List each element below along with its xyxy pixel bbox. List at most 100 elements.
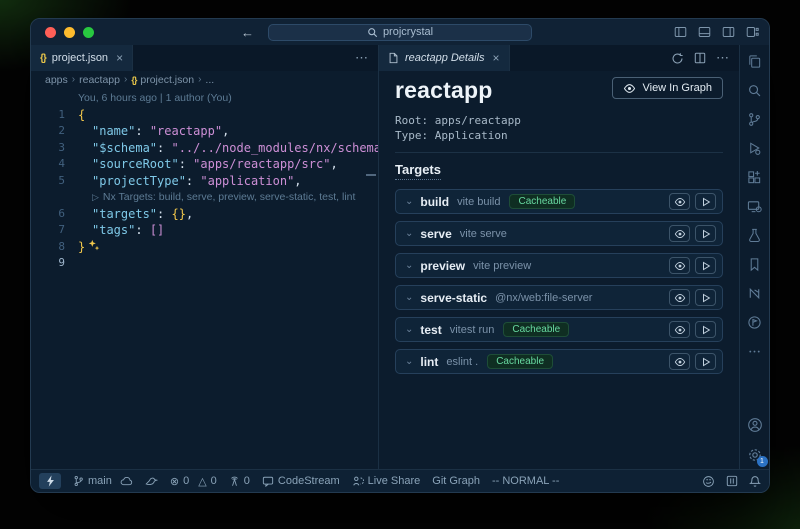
project-root: Root: apps/reactapp [395, 113, 723, 128]
extensions-icon[interactable] [747, 170, 762, 185]
chevron-down-icon[interactable]: ⌄ [405, 292, 413, 303]
project-type: Type: Application [395, 128, 723, 143]
chevron-down-icon[interactable]: ⌄ [405, 356, 413, 367]
git-branch-status[interactable]: main [73, 475, 133, 487]
code-line[interactable]: 6 "targets": {}, [31, 206, 378, 223]
liveshare-status[interactable]: Live Share [352, 475, 421, 487]
back-icon[interactable]: ← [241, 25, 254, 40]
more-actions-icon[interactable]: ⋯ [355, 50, 368, 66]
view-target-button[interactable] [669, 289, 690, 306]
view-target-button[interactable] [669, 257, 690, 274]
settings-gear-icon[interactable]: 1 [747, 447, 763, 463]
chevron-down-icon[interactable]: ⌄ [405, 324, 413, 335]
warning-icon: △ [198, 475, 206, 488]
desktop: ← → projcrystal {} [0, 0, 800, 529]
code-line[interactable]: 5 "projectType": "application", [31, 173, 378, 190]
gitgraph-label: Git Graph [432, 475, 480, 487]
play-icon [701, 197, 711, 207]
target-row[interactable]: ⌄ serve-static @nx/web:file-server [395, 285, 723, 310]
error-icon: ⊗ [170, 475, 179, 488]
ports-status[interactable]: 0 [229, 475, 250, 487]
chevron-down-icon[interactable]: ⌄ [405, 228, 413, 239]
toggle-panel-icon[interactable] [698, 26, 711, 38]
play-icon [701, 293, 711, 303]
breadcrumb-more[interactable]: ... [205, 74, 214, 86]
close-window-button[interactable] [45, 27, 56, 38]
target-row[interactable]: ⌄ build vite build Cacheable [395, 189, 723, 214]
code-editor[interactable]: You, 6 hours ago | 1 author (You) 1 { 2 … [31, 88, 378, 469]
code-line[interactable]: 8 } [31, 239, 378, 256]
code-line[interactable]: 2 "name": "reactapp", [31, 123, 378, 140]
nx-targets-codelens[interactable]: ▷Nx Targets: build, serve, preview, serv… [31, 189, 378, 206]
sparkle-code-action-icon[interactable] [88, 239, 100, 251]
target-row[interactable]: ⌄ serve vite serve [395, 221, 723, 246]
toggle-sidebar-icon[interactable] [674, 26, 687, 38]
run-target-button[interactable] [695, 257, 716, 274]
command-center-search[interactable]: projcrystal [268, 24, 532, 41]
search-icon [367, 27, 378, 38]
flag-circle-icon[interactable] [747, 315, 762, 330]
prettier-icon[interactable] [726, 475, 738, 487]
chevron-down-icon[interactable]: ⌄ [405, 196, 413, 207]
remote-explorer-icon[interactable] [747, 199, 762, 214]
nx-console-icon[interactable] [747, 286, 762, 301]
view-in-graph-button[interactable]: View In Graph [612, 77, 723, 99]
run-target-button[interactable] [695, 321, 716, 338]
more-actions-icon[interactable]: ⋯ [716, 50, 729, 66]
explorer-icon[interactable] [747, 54, 762, 69]
eye-icon [623, 83, 636, 94]
vscode-window: ← → projcrystal {} [30, 18, 770, 493]
maximize-window-button[interactable] [83, 27, 94, 38]
refresh-icon[interactable] [671, 52, 684, 65]
minimize-window-button[interactable] [64, 27, 75, 38]
code-line[interactable]: 4 "sourceRoot": "apps/reactapp/src", [31, 156, 378, 173]
search-icon[interactable] [747, 83, 762, 98]
run-debug-icon[interactable] [747, 141, 762, 156]
notifications-bell-icon[interactable] [749, 475, 761, 488]
tab-project-json[interactable]: {} project.json × [31, 45, 133, 71]
run-target-button[interactable] [695, 225, 716, 242]
target-name: build [420, 195, 449, 209]
code-line[interactable]: 7 "tags": [] [31, 222, 378, 239]
customize-layout-icon[interactable] [746, 26, 759, 38]
view-target-button[interactable] [669, 193, 690, 210]
view-target-button[interactable] [669, 353, 690, 370]
tab-reactapp-details[interactable]: reactapp Details × [379, 45, 510, 71]
breadcrumb: apps › reactapp › {} project.json › ... [31, 71, 378, 88]
target-row[interactable]: ⌄ lint eslint . Cacheable [395, 349, 723, 374]
cacheable-badge: Cacheable [509, 194, 575, 209]
breadcrumb-item-file[interactable]: project.json [140, 74, 194, 86]
breadcrumb-item-apps[interactable]: apps [45, 74, 68, 86]
view-target-button[interactable] [669, 225, 690, 242]
copilot-icon[interactable] [702, 475, 715, 488]
codestream-status[interactable]: CodeStream [262, 475, 340, 487]
gitgraph-status[interactable]: Git Graph [432, 475, 480, 487]
code-line[interactable]: 9 [31, 255, 378, 272]
toggle-secondary-sidebar-icon[interactable] [722, 26, 735, 38]
target-row[interactable]: ⌄ preview vite preview [395, 253, 723, 278]
code-line[interactable]: 3 "$schema": "../../node_modules/nx/sche… [31, 140, 378, 157]
run-target-button[interactable] [695, 193, 716, 210]
view-target-button[interactable] [669, 321, 690, 338]
testing-icon[interactable] [747, 228, 762, 243]
remote-indicator[interactable] [39, 473, 61, 489]
run-target-button[interactable] [695, 289, 716, 306]
bookmarks-icon[interactable] [747, 257, 762, 272]
chevron-down-icon[interactable]: ⌄ [405, 260, 413, 271]
source-control-icon[interactable] [747, 112, 762, 127]
close-tab-icon[interactable]: × [493, 51, 500, 65]
problems-status[interactable]: ⊗ 0 △ 0 [170, 475, 217, 488]
blame-lens-line[interactable]: You, 6 hours ago | 1 author (You) [31, 90, 378, 107]
code-line[interactable]: 1 { [31, 107, 378, 124]
close-tab-icon[interactable]: × [116, 51, 123, 65]
split-editor-icon[interactable] [694, 52, 706, 64]
scrollbar-marker[interactable] [366, 174, 376, 176]
run-target-button[interactable] [695, 353, 716, 370]
vim-mode-indicator[interactable]: -- NORMAL -- [492, 475, 559, 487]
account-icon[interactable] [747, 417, 763, 433]
status-misc-icon[interactable] [145, 476, 158, 487]
more-views-icon[interactable] [747, 344, 762, 359]
breadcrumb-item-reactapp[interactable]: reactapp [79, 74, 120, 86]
close-brace-token: } [78, 240, 85, 254]
target-row[interactable]: ⌄ test vitest run Cacheable [395, 317, 723, 342]
